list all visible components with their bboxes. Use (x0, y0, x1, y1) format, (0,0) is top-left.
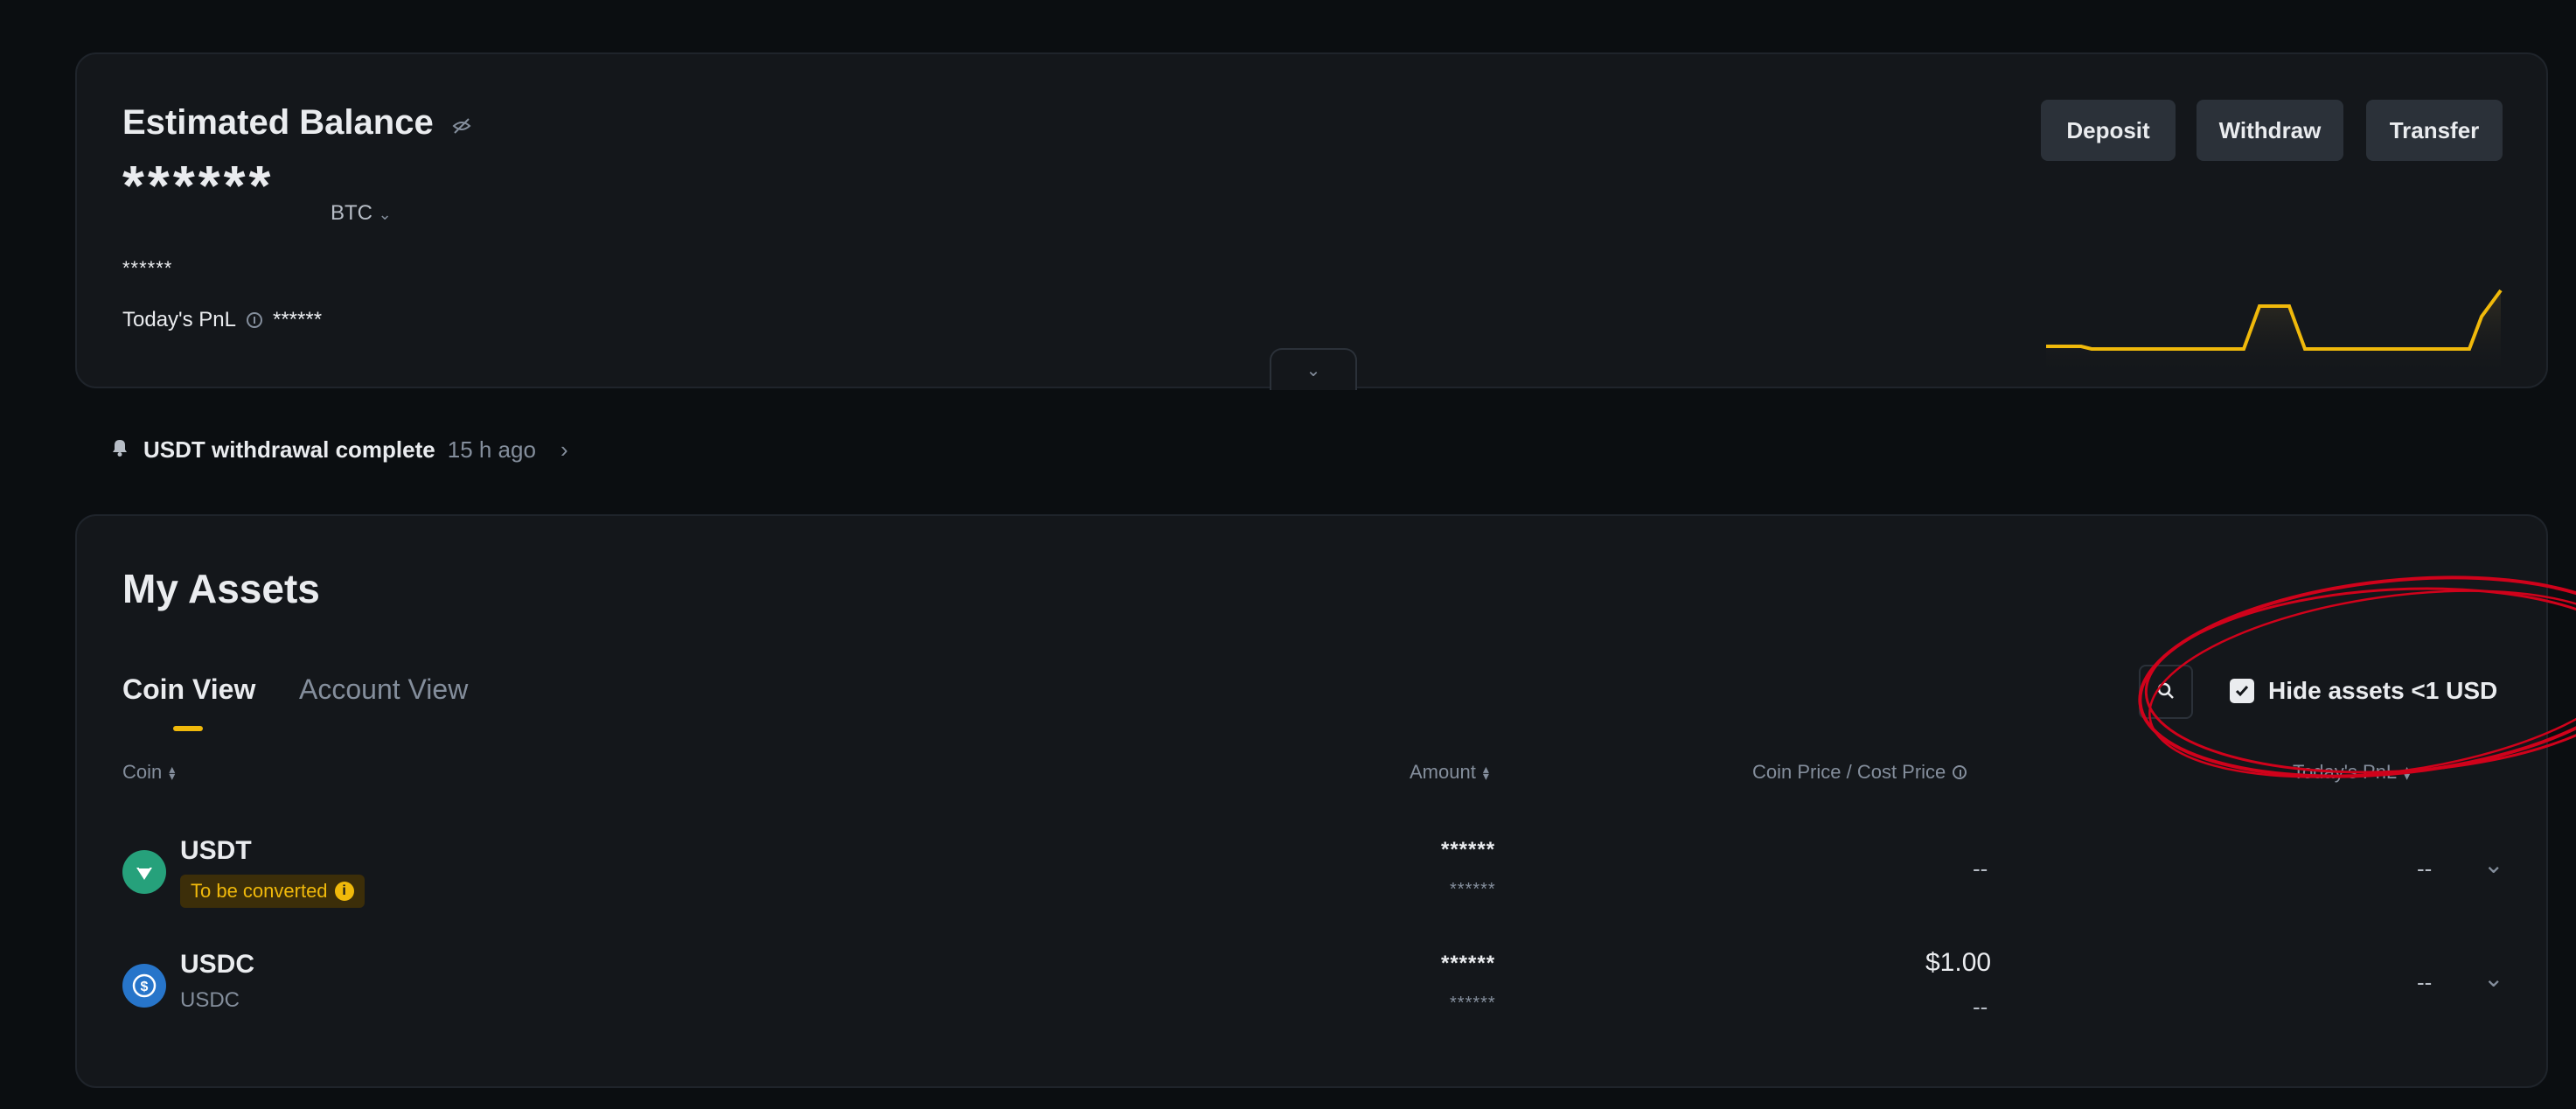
svg-text:$: $ (141, 980, 149, 994)
coin-name: USDC (180, 950, 255, 979)
column-amount[interactable]: Amount ▴ ▾ (1410, 761, 1489, 784)
check-icon (2235, 686, 2249, 697)
notification-bar[interactable]: USDT withdrawal complete 15 h ago › (108, 436, 568, 464)
today-pnl-value: ****** (273, 308, 323, 331)
today-pnl-label: Today's PnL (122, 308, 236, 331)
tab-account-view[interactable]: Account View (299, 673, 468, 706)
coin-name: USDT (180, 836, 252, 865)
info-icon[interactable] (1953, 765, 1967, 779)
column-coin[interactable]: Coin ▴ ▾ (122, 761, 175, 784)
coin-price: $1.00 (1925, 948, 1992, 977)
column-coin-label: Coin (122, 761, 163, 783)
table-row[interactable]: USDT To be converted i ****** ****** -- … (77, 813, 2546, 927)
hide-small-assets-label: Hide assets <1 USD (2268, 677, 2498, 704)
deposit-button[interactable]: Deposit (2041, 100, 2176, 161)
column-pnl-label: Today's PnL (2293, 761, 2398, 783)
unit-select[interactable]: BTC ⌄ (331, 201, 392, 226)
sort-icon: ▴ ▾ (169, 761, 176, 783)
coin-amount: ****** (1441, 838, 1496, 861)
hide-small-assets-toggle[interactable]: Hide assets <1 USD (2230, 677, 2497, 705)
chevron-down-icon[interactable]: ⌄ (2483, 964, 2503, 993)
coin-pnl: -- (2417, 969, 2433, 995)
balance-sparkline (2046, 289, 2503, 378)
eye-off-icon[interactable] (452, 105, 471, 144)
chevron-down-icon[interactable]: ⌄ (2483, 850, 2503, 879)
chevron-right-icon[interactable]: › (560, 436, 568, 464)
unit-label: BTC (331, 201, 372, 225)
column-amount-label: Amount (1410, 761, 1476, 783)
badge-label: To be converted (191, 880, 328, 902)
coin-fullname: USDC (180, 988, 240, 1012)
coin-amount-value: ****** (1450, 994, 1496, 1013)
today-pnl-row: Today's PnL ****** (122, 308, 322, 332)
tether-icon (122, 850, 166, 894)
withdraw-button[interactable]: Withdraw (2197, 100, 2343, 161)
table-row[interactable]: $ USDC USDC ****** ****** $1.00 -- -- ⌄ (77, 927, 2546, 1041)
sort-icon: ▴ ▾ (1482, 761, 1489, 783)
convert-badge[interactable]: To be converted i (180, 875, 365, 908)
balance-amount: ****** (122, 154, 275, 217)
column-pnl[interactable]: Today's PnL ▴ ▾ (2293, 761, 2410, 784)
transfer-button[interactable]: Transfer (2366, 100, 2503, 161)
tab-coin-view[interactable]: Coin View (122, 673, 255, 706)
bell-icon (108, 436, 131, 464)
info-icon: i (334, 882, 354, 901)
info-icon[interactable] (247, 312, 262, 328)
assets-title: My Assets (122, 566, 320, 611)
coin-price: -- (1973, 855, 1988, 882)
column-price: Coin Price / Cost Price (1752, 761, 1967, 784)
active-tab-indicator (173, 726, 203, 731)
notification-time: 15 h ago (447, 436, 536, 463)
expand-toggle[interactable]: ⌄ (1270, 348, 1357, 390)
search-icon (2156, 681, 2176, 703)
coin-amount-value: ****** (1450, 880, 1496, 899)
balance-title-row: Estimated Balance (122, 103, 471, 144)
sort-icon: ▴ ▾ (2404, 761, 2411, 783)
search-button[interactable] (2139, 665, 2193, 719)
cost-price: -- (1973, 994, 1988, 1020)
hide-small-assets-checkbox[interactable] (2230, 679, 2254, 703)
balance-title: Estimated Balance (122, 103, 434, 142)
usdc-icon: $ (122, 964, 166, 1008)
notification-message: USDT withdrawal complete (143, 436, 435, 463)
coin-pnl: -- (2417, 855, 2433, 882)
chevron-down-icon: ⌄ (378, 206, 392, 223)
coin-amount: ****** (1441, 952, 1496, 975)
assets-card: My Assets Coin View Account View Hide as… (75, 514, 2576, 1088)
chevron-down-icon: ⌄ (1305, 360, 1321, 380)
column-price-label: Coin Price / Cost Price (1752, 761, 1946, 783)
balance-fiat-value: ****** (122, 257, 173, 279)
balance-card: Estimated Balance ****** BTC ⌄ ****** To… (75, 52, 2548, 390)
